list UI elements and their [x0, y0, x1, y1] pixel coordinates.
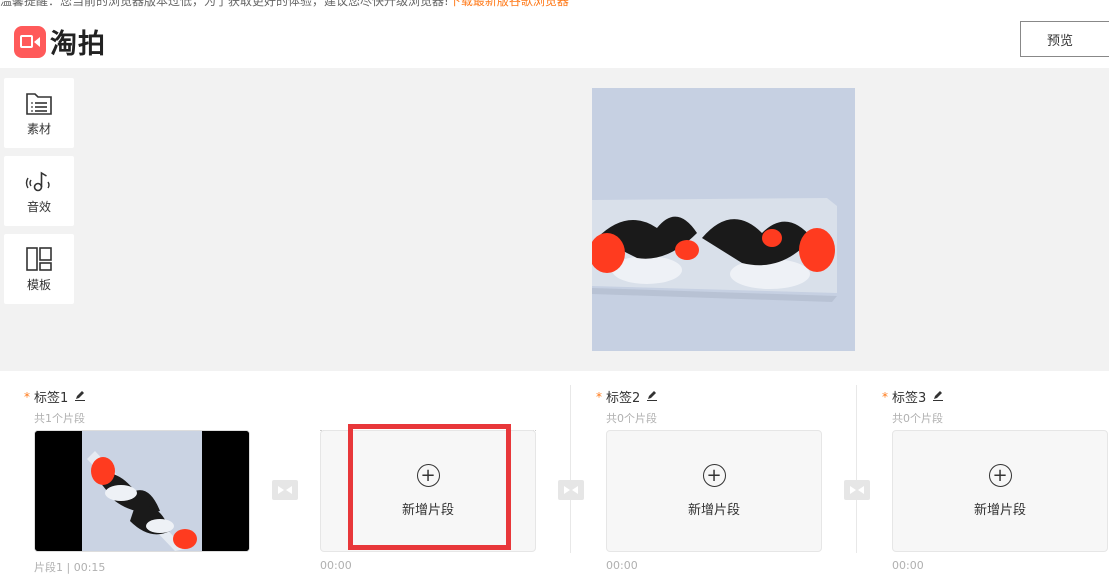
clip-info: 片段1 | 00:15: [34, 561, 106, 574]
logo[interactable]: 淘拍: [14, 22, 106, 61]
tool-label: 音效: [26, 199, 51, 214]
video-preview: [592, 88, 855, 351]
group-clip-count: 共0个片段: [892, 412, 943, 425]
group-header-1: * 标签1 共1个片段: [24, 387, 86, 426]
add-circle-icon: +: [702, 464, 726, 487]
header: 淘拍 预览: [0, 7, 1109, 68]
clip-duration: 00:00: [606, 559, 638, 572]
edit-pencil-icon[interactable]: [74, 389, 86, 405]
group-header-2: * 标签2 共0个片段: [596, 387, 658, 426]
tool-sound[interactable]: 音效: [4, 156, 74, 226]
group-clip-count: 共0个片段: [606, 412, 657, 425]
tool-label: 素材: [26, 121, 51, 136]
transition-icon[interactable]: [844, 480, 870, 500]
group-divider: [856, 385, 857, 553]
group-title: 标签1: [34, 391, 69, 406]
selection-highlight: [348, 424, 511, 550]
required-mark: *: [882, 389, 888, 404]
group-title: 标签2: [606, 391, 641, 406]
required-mark: *: [24, 389, 30, 404]
eyelash-product-image: [592, 88, 855, 351]
template-layout-icon: [26, 246, 52, 271]
add-clip-label: 新增片段: [687, 503, 740, 518]
clip-thumbnail[interactable]: [34, 430, 250, 552]
add-circle-icon: +: [988, 464, 1012, 487]
brand-name: 淘拍: [50, 29, 106, 60]
add-clip-button[interactable]: + 新增片段: [606, 430, 822, 552]
browser-notice: 温馨提醒：您当前的浏览器版本过低，为了获取更好的体验，建议您尽快升级浏览器!下载…: [0, 0, 569, 7]
required-mark: *: [596, 389, 602, 404]
clip-preview-image: [35, 431, 249, 551]
group-title: 标签3: [892, 391, 927, 406]
tool-template[interactable]: 模板: [4, 234, 74, 304]
clip-duration: 00:00: [892, 559, 924, 572]
tool-label: 模板: [26, 277, 51, 292]
edit-pencil-icon[interactable]: [646, 389, 658, 405]
group-divider: [570, 385, 571, 553]
preview-stage: 素材 音效 模板: [0, 68, 1109, 371]
group-header-3: * 标签3 共0个片段: [882, 387, 944, 426]
add-clip-button[interactable]: + 新增片段: [892, 430, 1108, 552]
music-note-icon: [25, 171, 50, 191]
video-camera-icon: [14, 25, 46, 58]
clip-duration: 00:00: [320, 559, 352, 572]
timeline: * 标签1 共1个片段 片段1 | 00:15 + 新增片段 00:00 * 标…: [0, 371, 1109, 580]
transition-icon[interactable]: [558, 480, 584, 500]
group-clip-count: 共1个片段: [34, 412, 85, 425]
tool-materials[interactable]: 素材: [4, 78, 74, 148]
edit-pencil-icon[interactable]: [932, 389, 944, 405]
folder-list-icon: [26, 92, 52, 115]
preview-button[interactable]: 预览: [1020, 21, 1109, 57]
transition-icon[interactable]: [272, 480, 298, 500]
add-clip-label: 新增片段: [973, 503, 1026, 518]
